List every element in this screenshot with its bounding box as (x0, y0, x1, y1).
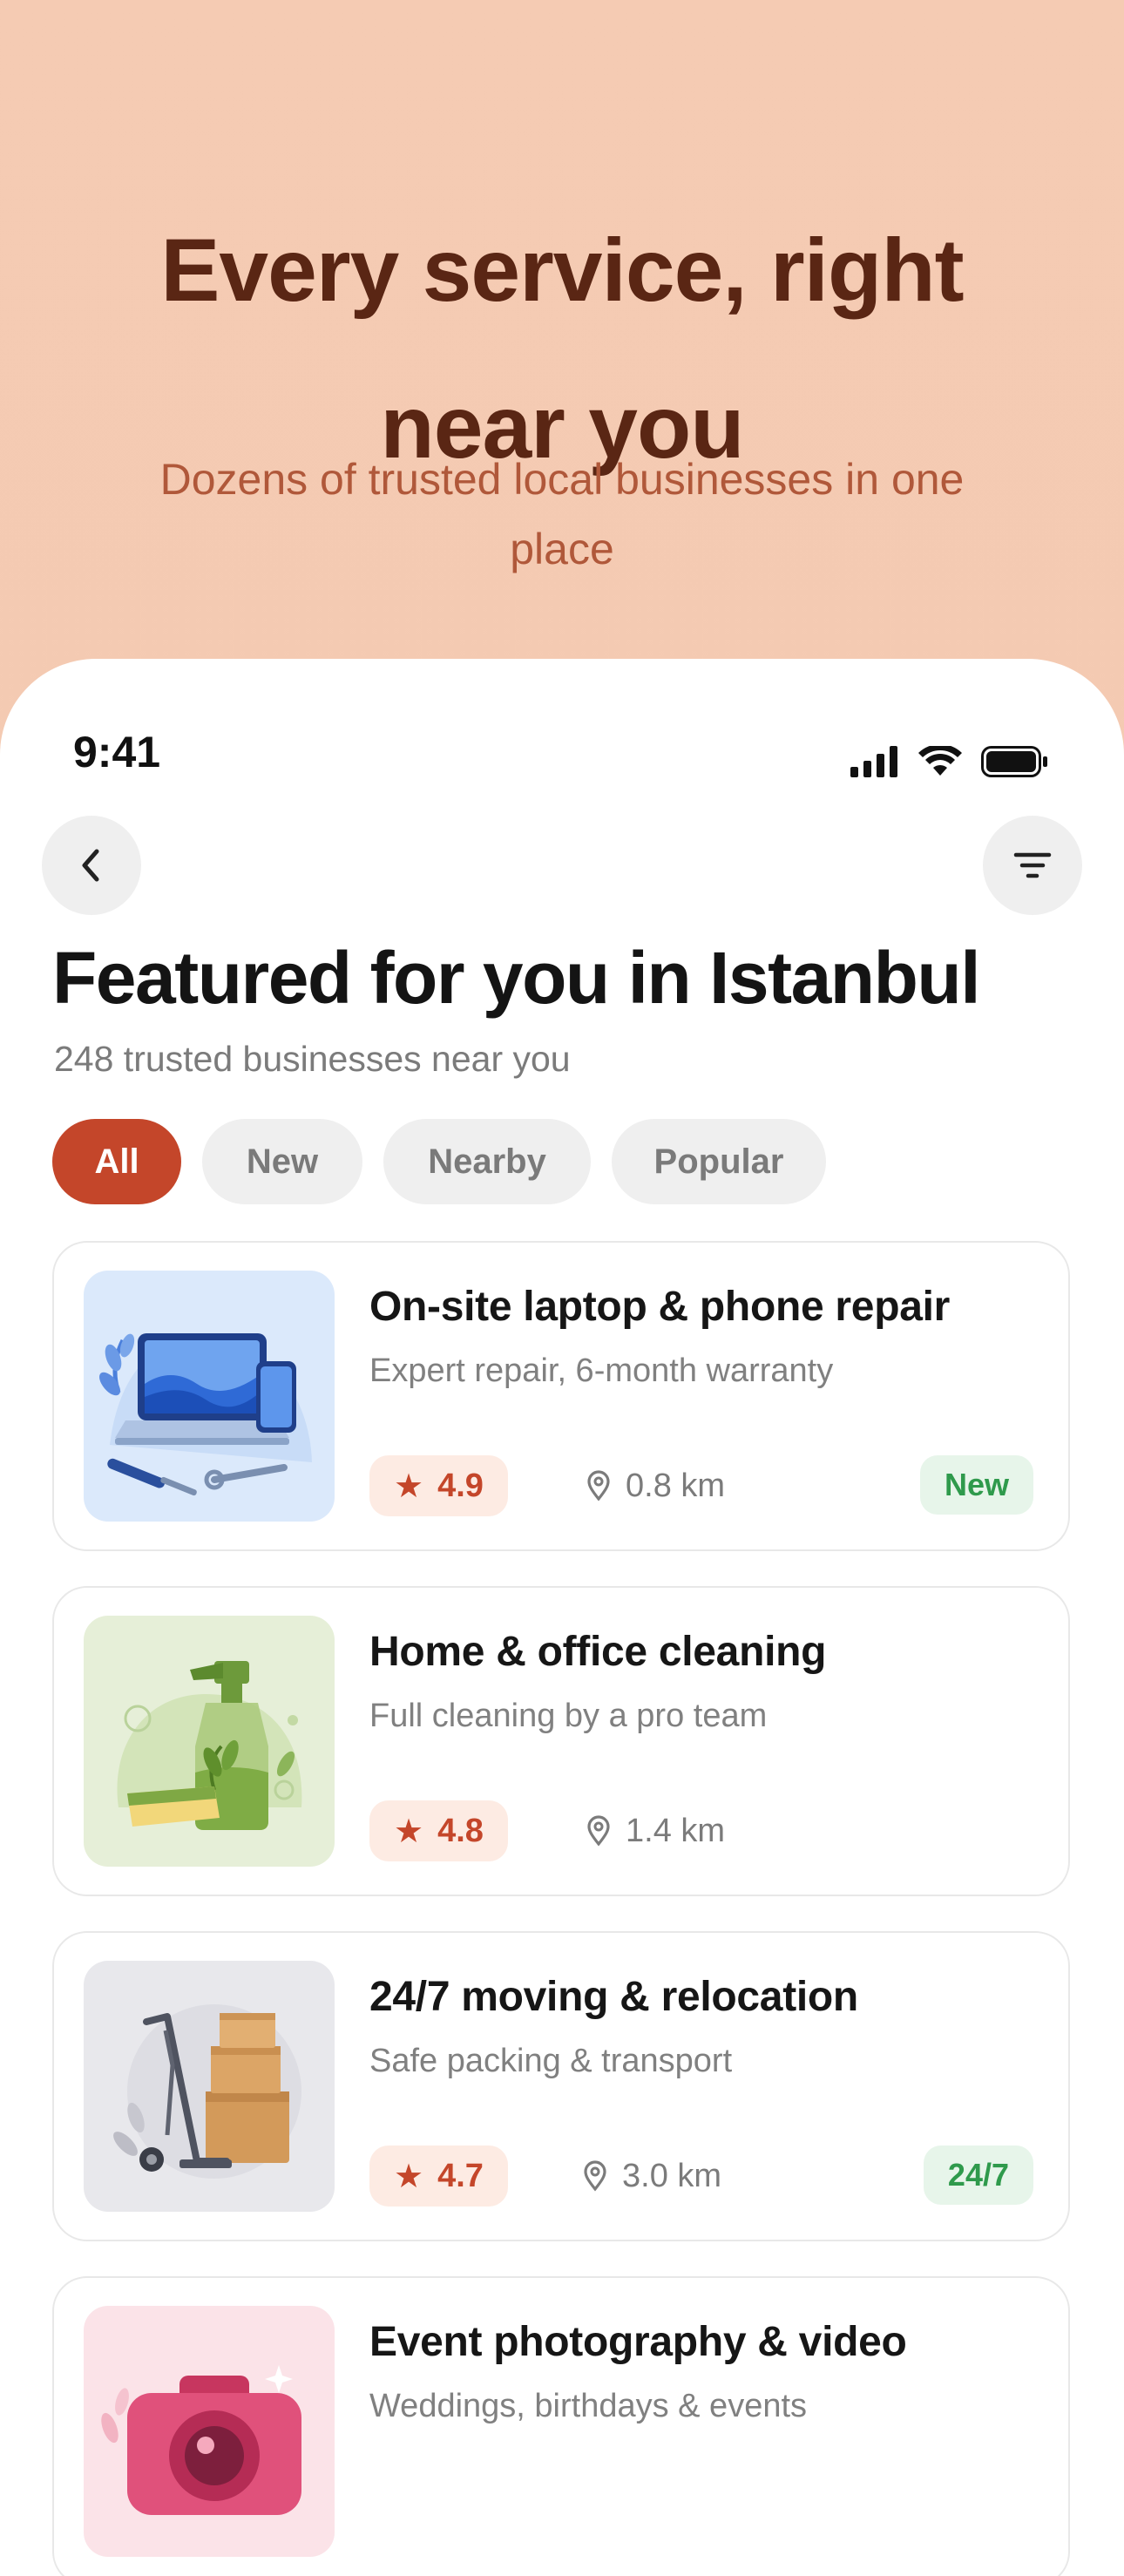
hero-section: Every service, right near you Dozens of … (0, 0, 1124, 662)
listing-tag: New (919, 1455, 1033, 1515)
distance-value: 3.0 km (622, 2157, 722, 2194)
back-chevron-icon (82, 849, 99, 882)
distance-value: 0.8 km (626, 1467, 726, 1504)
filter-button[interactable] (983, 816, 1082, 915)
laptop-repair-image (84, 1271, 335, 1522)
location-pin-icon (584, 2160, 606, 2192)
rating-value: 4.9 (437, 1467, 484, 1504)
back-button[interactable] (42, 816, 141, 915)
listing-title: 24/7 moving & relocation (369, 1974, 858, 2020)
listing-tag: 24/7 (923, 2146, 1033, 2205)
filter-icon (1013, 852, 1052, 878)
moving-image (84, 1961, 335, 2212)
chip-all[interactable]: All (52, 1119, 181, 1204)
phone-screen: 9:41 Featured for you in Istanbul 248 tr… (0, 659, 1124, 2576)
location-pin-icon (587, 1815, 610, 1847)
battery-icon (981, 746, 1047, 777)
star-icon: ★ (394, 2158, 424, 2195)
rating-value: 4.7 (437, 2157, 484, 2194)
listing-description: Safe packing & transport (369, 2043, 733, 2079)
distance-value: 1.4 km (626, 1812, 726, 1849)
listing-description: Full cleaning by a pro team (369, 1698, 768, 1734)
signal-icon (850, 746, 897, 777)
listing-description: Expert repair, 6-month warranty (369, 1352, 834, 1389)
listing-card-photography[interactable]: Event photography & video Weddings, birt… (52, 2276, 1070, 2576)
rating-value: 4.8 (437, 1812, 484, 1849)
listing-title: On-site laptop & phone repair (369, 1284, 951, 1330)
location-pin-icon (587, 1470, 610, 1502)
listing-title: Home & office cleaning (369, 1629, 827, 1675)
chip-popular[interactable]: Popular (612, 1119, 826, 1204)
chip-nearby[interactable]: Nearby (383, 1119, 591, 1204)
rating-badge: ★ 4.9 (369, 1455, 508, 1516)
distance: 3.0 km (582, 2146, 721, 2207)
listing-card-moving[interactable]: 24/7 moving & relocation Safe packing & … (52, 1931, 1070, 2241)
listing-card-cleaning[interactable]: Home & office cleaning Full cleaning by … (52, 1586, 1070, 1896)
listing-card-laptop-repair[interactable]: On-site laptop & phone repair Expert rep… (52, 1241, 1070, 1551)
rating-badge: ★ 4.7 (369, 2146, 508, 2207)
star-icon: ★ (394, 1813, 424, 1850)
distance: 1.4 km (586, 1800, 725, 1861)
page-subtitle: 248 trusted businesses near you (54, 1039, 571, 1079)
cleaning-image (84, 1616, 335, 1867)
photography-image (84, 2306, 335, 2557)
filter-chips: All New Nearby Popular (52, 1119, 826, 1204)
status-time: 9:41 (73, 728, 161, 776)
rating-badge: ★ 4.8 (369, 1800, 508, 1861)
wifi-icon (918, 746, 962, 776)
hero-subtitle: Dozens of trusted local businesses in on… (159, 455, 965, 573)
star-icon: ★ (394, 1468, 424, 1505)
page-title: Featured for you in Istanbul (52, 937, 981, 1019)
status-icons (850, 744, 1049, 779)
listing-title: Event photography & video (369, 2319, 907, 2365)
distance: 0.8 km (586, 1455, 725, 1516)
hero-title-line-1: Every service, right (160, 220, 964, 320)
chip-new[interactable]: New (202, 1119, 362, 1204)
listing-description: Weddings, birthdays & events (369, 2388, 808, 2424)
